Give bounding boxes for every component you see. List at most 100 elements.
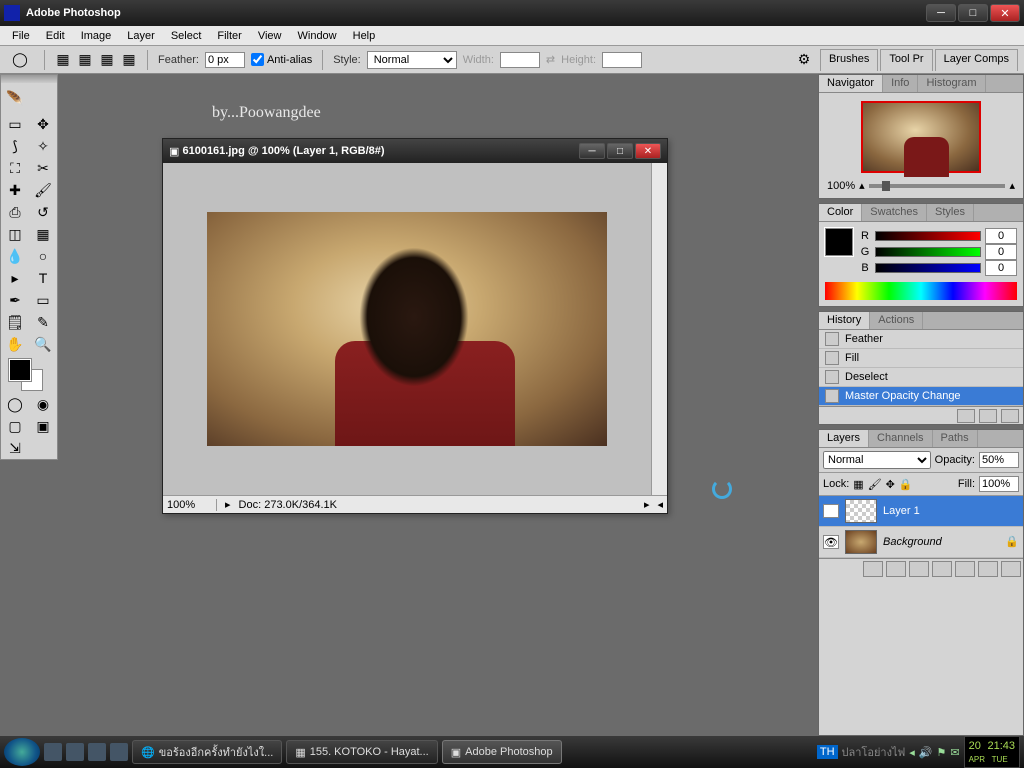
toolbox-grip[interactable] <box>1 75 57 83</box>
menu-edit[interactable]: Edit <box>38 28 73 44</box>
tab-paths[interactable]: Paths <box>933 430 978 447</box>
navigator-thumbnail[interactable] <box>861 101 981 173</box>
layer-name[interactable]: Layer 1 <box>883 505 1019 517</box>
close-button[interactable]: ✕ <box>990 4 1020 22</box>
history-new-button[interactable] <box>979 409 997 423</box>
layer-thumbnail[interactable] <box>845 530 877 554</box>
zoom-slider[interactable] <box>869 184 1006 188</box>
start-button[interactable] <box>4 738 40 766</box>
current-tool-icon[interactable]: ◯ <box>6 49 34 71</box>
doc-close-button[interactable]: ✕ <box>635 143 661 159</box>
maximize-button[interactable]: □ <box>958 4 988 22</box>
tab-history[interactable]: History <box>819 312 870 329</box>
zoom-display[interactable]: 100% <box>167 499 217 511</box>
layer-new-button[interactable] <box>978 561 998 577</box>
tab-navigator[interactable]: Navigator <box>819 75 883 92</box>
g-slider[interactable] <box>875 247 981 257</box>
navigator-zoom-value[interactable]: 100% <box>827 180 855 192</box>
visibility-toggle[interactable]: 👁 <box>823 535 839 549</box>
lasso-tool[interactable]: ⟆ <box>1 135 29 157</box>
layer-mask-button[interactable] <box>909 561 929 577</box>
document-image[interactable] <box>207 212 607 446</box>
layer-adjustment-button[interactable] <box>932 561 952 577</box>
tray-icon[interactable]: ⚑ <box>937 746 947 759</box>
g-input[interactable] <box>985 244 1017 260</box>
doc-info-menu[interactable]: ▸ <box>644 498 650 511</box>
layer-row[interactable]: 👁 Layer 1 <box>819 496 1023 527</box>
foreground-color-swatch[interactable] <box>9 359 31 381</box>
doc-minimize-button[interactable]: ─ <box>579 143 605 159</box>
quicklaunch-icon[interactable] <box>66 743 84 761</box>
history-item[interactable]: Deselect <box>819 368 1023 387</box>
document-titlebar[interactable]: ▣ 6100161.jpg @ 100% (Layer 1, RGB/8#) ─… <box>163 139 667 163</box>
canvas-area[interactable] <box>163 163 651 495</box>
notes-tool[interactable]: 🗒 <box>1 311 29 333</box>
type-tool[interactable]: T <box>29 267 57 289</box>
pen-tool[interactable]: ✒ <box>1 289 29 311</box>
doc-size-icon[interactable]: ▸ <box>225 498 231 511</box>
layer-group-button[interactable] <box>955 561 975 577</box>
history-brush-tool[interactable]: ↺ <box>29 201 57 223</box>
tab-channels[interactable]: Channels <box>869 430 932 447</box>
doc-maximize-button[interactable]: □ <box>607 143 633 159</box>
move-tool[interactable]: ✥ <box>29 113 57 135</box>
lock-transparency-icon[interactable]: ▦ <box>853 478 863 491</box>
healing-tool[interactable]: ✚ <box>1 179 29 201</box>
brush-tool[interactable]: 🖌 <box>29 179 57 201</box>
palette-tab-brushes[interactable]: Brushes <box>820 49 878 71</box>
tray-icon[interactable]: ✉ <box>950 746 959 759</box>
taskbar-item[interactable]: ▣Adobe Photoshop <box>442 740 562 764</box>
language-indicator[interactable]: TH <box>817 745 838 759</box>
horizontal-scroll-left[interactable]: ◂ <box>657 498 663 511</box>
lock-position-icon[interactable]: ✥ <box>886 478 895 491</box>
jump-to-imageready[interactable]: ⇲ <box>1 437 29 459</box>
taskbar-item[interactable]: 🌐ขอร้องอีกครั้งทำยังไงใ... <box>132 740 282 764</box>
quickmask-edit-tool[interactable]: ◉ <box>29 393 57 415</box>
fill-input[interactable] <box>979 476 1019 492</box>
layer-row[interactable]: 👁 Background 🔒 <box>819 527 1023 558</box>
gradient-tool[interactable]: ▦ <box>29 223 57 245</box>
clock[interactable]: 20 21:43 APR TUE <box>964 736 1020 768</box>
r-input[interactable] <box>985 228 1017 244</box>
minimize-button[interactable]: ─ <box>926 4 956 22</box>
history-snapshot-button[interactable] <box>957 409 975 423</box>
visibility-toggle[interactable]: 👁 <box>823 504 839 518</box>
menu-select[interactable]: Select <box>163 28 210 44</box>
selection-intersect-icon[interactable]: ▦ <box>121 49 137 71</box>
layer-delete-button[interactable] <box>1001 561 1021 577</box>
menu-image[interactable]: Image <box>73 28 120 44</box>
layer-thumbnail[interactable] <box>845 499 877 523</box>
vertical-scrollbar[interactable] <box>651 163 667 495</box>
color-fg-swatch[interactable] <box>825 228 853 256</box>
quicklaunch-icon[interactable] <box>88 743 106 761</box>
shape-tool[interactable]: ▭ <box>29 289 57 311</box>
screenmode-full[interactable]: ▣ <box>29 415 57 437</box>
history-item[interactable]: Feather <box>819 330 1023 349</box>
layer-link-button[interactable] <box>863 561 883 577</box>
quicklaunch-icon[interactable] <box>44 743 62 761</box>
style-select[interactable]: Normal <box>367 51 457 69</box>
tray-icon[interactable]: ◂ <box>909 746 915 759</box>
selection-subtract-icon[interactable]: ▦ <box>99 49 115 71</box>
tab-actions[interactable]: Actions <box>870 312 923 329</box>
zoom-out-icon[interactable]: ▴ <box>859 179 865 192</box>
b-slider[interactable] <box>875 263 981 273</box>
color-spectrum[interactable] <box>825 282 1017 300</box>
blend-mode-select[interactable]: Normal <box>823 451 931 469</box>
slice-tool[interactable]: ✂ <box>29 157 57 179</box>
tab-swatches[interactable]: Swatches <box>862 204 927 221</box>
history-delete-button[interactable] <box>1001 409 1019 423</box>
crop-tool[interactable]: ⛶ <box>1 157 29 179</box>
r-slider[interactable] <box>875 231 981 241</box>
tab-layers[interactable]: Layers <box>819 430 869 447</box>
palette-tab-toolpresets[interactable]: Tool Pr <box>880 49 932 71</box>
menu-window[interactable]: Window <box>290 28 345 44</box>
hand-tool[interactable]: ✋ <box>1 333 29 355</box>
wand-tool[interactable]: ✧ <box>29 135 57 157</box>
zoom-in-icon[interactable]: ▴ <box>1009 179 1015 192</box>
path-select-tool[interactable]: ▸ <box>1 267 29 289</box>
blur-tool[interactable]: 💧 <box>1 245 29 267</box>
menu-view[interactable]: View <box>250 28 290 44</box>
lock-pixels-icon[interactable]: 🖌 <box>868 478 882 491</box>
layer-style-button[interactable] <box>886 561 906 577</box>
